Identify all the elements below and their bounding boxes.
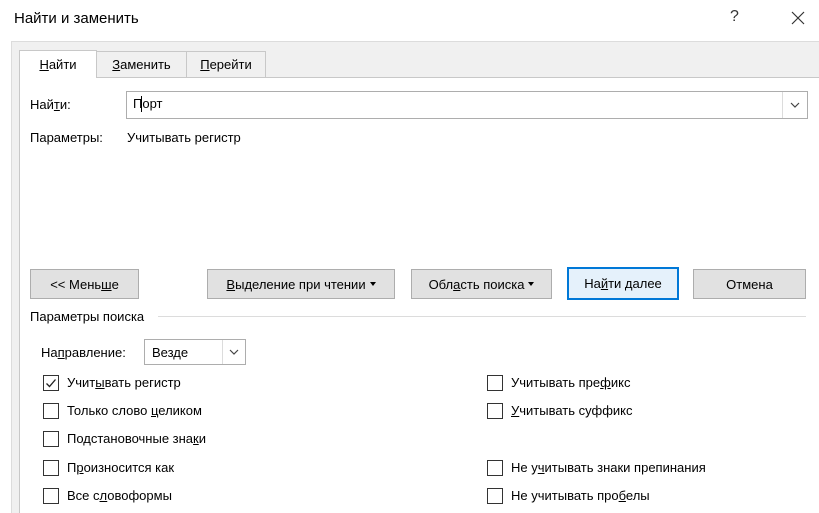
chevron-down-icon (790, 102, 800, 108)
ignore-punctuation-label: Не учитывать знаки препинания (511, 460, 706, 475)
close-button[interactable] (788, 8, 808, 28)
match-suffix-label: Учитывать суффикс (511, 403, 633, 418)
dropdown-arrow-icon (369, 282, 376, 286)
cancel-button[interactable]: Отмена (693, 269, 806, 299)
find-input[interactable]: Порт (126, 91, 808, 119)
dropdown-arrow-icon (528, 282, 535, 286)
group-divider (158, 316, 806, 317)
checkmark-icon (46, 379, 56, 388)
ignore-whitespace-label: Не учитывать пробелы (511, 488, 650, 503)
find-next-button[interactable]: На й ти далее (567, 267, 679, 300)
sounds-like-label: Произносится как (67, 460, 175, 475)
tab-find[interactable]: Найти (19, 50, 97, 78)
all-word-forms-label: Все словоформы (67, 488, 172, 503)
ignore-punctuation-checkbox[interactable] (487, 460, 503, 476)
wildcards-checkbox[interactable] (43, 431, 59, 447)
match-case-label: Учитывать регистр (67, 375, 181, 390)
ignore-whitespace-checkbox[interactable] (487, 488, 503, 504)
search-options-group-label: Параметры поиска (30, 309, 145, 324)
direction-select[interactable]: Везде (144, 339, 246, 365)
wildcards-label: Подстановочные знаки (67, 431, 206, 446)
chevron-down-icon (229, 349, 239, 355)
help-button[interactable]: ? (730, 8, 739, 26)
search-scope-button[interactable]: Обл а сть поиска (411, 269, 552, 299)
params-label: Параметры: (30, 130, 103, 145)
match-prefix-checkbox[interactable] (487, 375, 503, 391)
whole-word-checkbox[interactable] (43, 403, 59, 419)
find-history-dropdown[interactable] (782, 92, 807, 118)
all-word-forms-checkbox[interactable] (43, 488, 59, 504)
whole-word-label: Только слово целиком (67, 403, 202, 418)
direction-select-value: Везде (152, 345, 189, 360)
match-suffix-checkbox[interactable] (487, 403, 503, 419)
find-input-value: Порт (133, 96, 163, 111)
less-button[interactable]: << Мень ш е (30, 269, 139, 299)
params-value: Учитывать регистр (127, 130, 241, 145)
reading-highlight-button[interactable]: Выделение при чтении (207, 269, 395, 299)
direction-label: Направление: (41, 345, 126, 360)
sounds-like-checkbox[interactable] (43, 460, 59, 476)
tab-goto[interactable]: Перейти (186, 51, 266, 77)
match-prefix-label: Учитывать префикс (511, 375, 631, 390)
dialog-title: Найти и заменить (14, 10, 139, 27)
text-caret (141, 96, 142, 112)
tab-replace[interactable]: Заменить (96, 51, 187, 77)
match-case-checkbox[interactable] (43, 375, 59, 391)
close-icon (791, 11, 805, 25)
direction-dropdown-button[interactable] (222, 340, 245, 364)
find-label: Найти: (30, 97, 71, 112)
